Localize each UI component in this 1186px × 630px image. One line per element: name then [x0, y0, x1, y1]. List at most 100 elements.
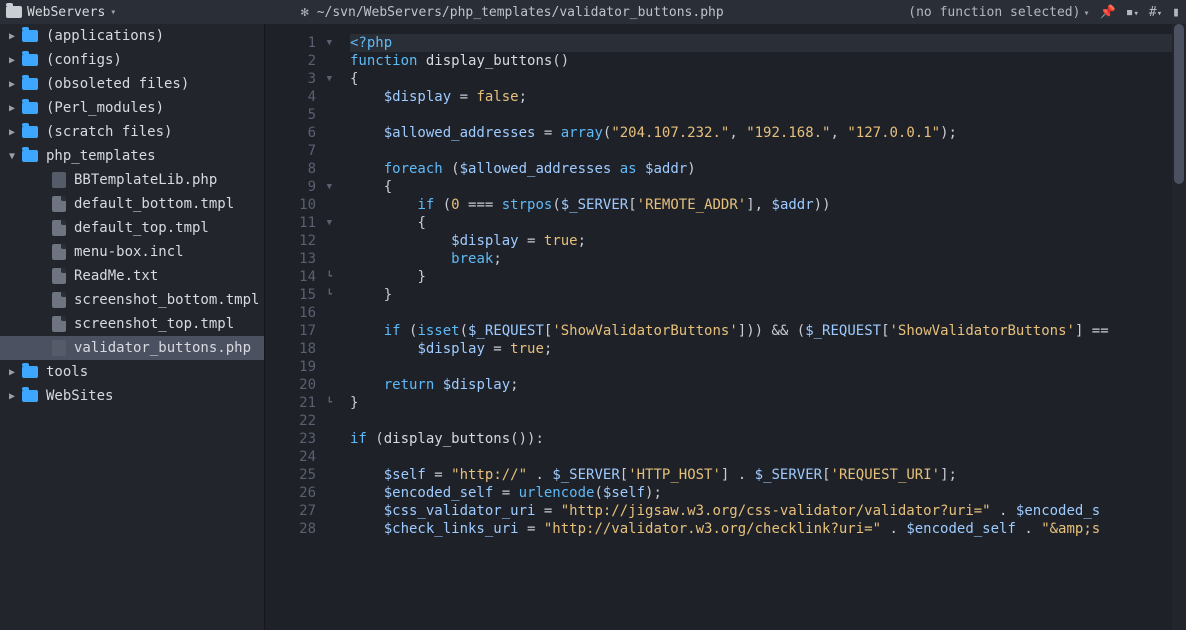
folder-icon [22, 150, 38, 162]
line-number: 17▼ [265, 322, 332, 340]
code-line[interactable] [350, 142, 1172, 160]
code-line[interactable]: $self = "http://" . $_SERVER['HTTP_HOST'… [350, 466, 1172, 484]
file-icon [52, 244, 66, 260]
code-line[interactable] [350, 106, 1172, 124]
line-number: 7▼ [265, 142, 332, 160]
disclosure-triangle-icon[interactable]: ▶ [6, 55, 18, 66]
tree-file[interactable]: ▶screenshot_top.tmpl [0, 312, 264, 336]
code-line[interactable]: $check_links_uri = "http://validator.w3.… [350, 520, 1172, 538]
code-line[interactable] [350, 412, 1172, 430]
tree-file[interactable]: ▶menu-box.incl [0, 240, 264, 264]
fold-toggle-icon[interactable]: ┗ [322, 394, 332, 412]
code-line[interactable]: break; [350, 250, 1172, 268]
gear-icon[interactable]: ✻ [301, 5, 309, 20]
code-line[interactable]: $css_validator_uri = "http://jigsaw.w3.o… [350, 502, 1172, 520]
line-number: 1▼ [265, 34, 332, 52]
code-line[interactable]: foreach ($allowed_addresses as $addr) [350, 160, 1172, 178]
tree-folder[interactable]: ▶(scratch files) [0, 120, 264, 144]
code-line[interactable]: $encoded_self = urlencode($self); [350, 484, 1172, 502]
php-file-icon [52, 340, 66, 356]
fold-toggle-icon[interactable]: ┗ [322, 286, 332, 304]
code-line[interactable]: if (display_buttons()): [350, 430, 1172, 448]
function-selector[interactable]: (no function selected) [908, 5, 1089, 20]
code-line[interactable]: return $display; [350, 376, 1172, 394]
fold-toggle-icon[interactable]: ▼ [322, 178, 332, 196]
scroll-thumb[interactable] [1174, 24, 1184, 184]
tree-file[interactable]: ▶ReadMe.txt [0, 264, 264, 288]
code-line[interactable]: { [350, 70, 1172, 88]
project-name-label: WebServers [27, 5, 105, 20]
code-line[interactable]: $display = true; [350, 340, 1172, 358]
fold-toggle-icon[interactable]: ▼ [322, 34, 332, 52]
code-line[interactable]: $display = true; [350, 232, 1172, 250]
disclosure-triangle-icon[interactable]: ▶ [6, 103, 18, 114]
code-line[interactable] [350, 448, 1172, 466]
disclosure-triangle-icon[interactable]: ▶ [6, 31, 18, 42]
code-line[interactable]: } [350, 268, 1172, 286]
line-number: 19▼ [265, 358, 332, 376]
line-number: 9▼ [265, 178, 332, 196]
line-number: 6▼ [265, 124, 332, 142]
folder-icon [22, 102, 38, 114]
code-line[interactable] [350, 304, 1172, 322]
line-number: 24▼ [265, 448, 332, 466]
line-number: 18▼ [265, 340, 332, 358]
fold-toggle-icon[interactable]: ▼ [322, 70, 332, 88]
disclosure-triangle-icon[interactable]: ▶ [6, 367, 18, 378]
code-line[interactable]: $allowed_addresses = array("204.107.232.… [350, 124, 1172, 142]
gutter: 1▼2▼3▼4▼5▼6▼7▼8▼9▼10▼11▼12▼13▼14┗15┗16▼1… [265, 24, 340, 630]
file-icon [52, 268, 66, 284]
folder-icon [22, 126, 38, 138]
code-area[interactable]: <?phpfunction display_buttons(){ $displa… [340, 24, 1172, 630]
panel-icon[interactable]: ▪▾ [1126, 5, 1139, 20]
code-line[interactable]: } [350, 394, 1172, 412]
disclosure-triangle-icon[interactable]: ▶ [6, 79, 18, 90]
code-line[interactable]: <?php [350, 34, 1172, 52]
disclosure-triangle-icon[interactable]: ▶ [6, 391, 18, 402]
tree-folder[interactable]: ▶ (configs) [0, 48, 264, 72]
top-bar: WebServers ▾ ✻ ~/svn/WebServers/php_temp… [0, 0, 1186, 24]
file-path[interactable]: ~/svn/WebServers/php_templates/validator… [317, 5, 724, 20]
tree-folder[interactable]: ▶(obsoleted files) [0, 72, 264, 96]
vertical-scrollbar[interactable] [1172, 24, 1186, 630]
code-editor[interactable]: 1▼2▼3▼4▼5▼6▼7▼8▼9▼10▼11▼12▼13▼14┗15┗16▼1… [265, 24, 1186, 630]
tree-file[interactable]: ▶screenshot_bottom.tmpl [0, 288, 264, 312]
code-line[interactable]: { [350, 178, 1172, 196]
code-line[interactable]: { [350, 214, 1172, 232]
pin-icon[interactable]: 📌 [1099, 5, 1115, 20]
tree-file[interactable]: ▶default_bottom.tmpl [0, 192, 264, 216]
tree-folder[interactable]: ▶(applications) [0, 24, 264, 48]
tree-item-label: screenshot_top.tmpl [74, 316, 234, 332]
line-number: 2▼ [265, 52, 332, 70]
disclosure-triangle-icon[interactable]: ▶ [6, 127, 18, 138]
code-line[interactable]: $display = false; [350, 88, 1172, 106]
line-number: 26▼ [265, 484, 332, 502]
code-line[interactable] [350, 358, 1172, 376]
tree-folder[interactable]: ▶ WebSites [0, 384, 264, 408]
line-number: 12▼ [265, 232, 332, 250]
code-line[interactable]: function display_buttons() [350, 52, 1172, 70]
tree-folder[interactable]: ▶(Perl_modules) [0, 96, 264, 120]
project-selector[interactable]: WebServers ▾ [6, 5, 116, 20]
tree-item-label: WebSites [46, 388, 113, 404]
file-icon [52, 316, 66, 332]
php-file-icon [52, 172, 66, 188]
tree-file[interactable]: ▶validator_buttons.php [0, 336, 264, 360]
hash-menu[interactable]: #▾ [1149, 5, 1162, 20]
code-line[interactable]: if (0 === strpos($_SERVER['REMOTE_ADDR']… [350, 196, 1172, 214]
document-icon[interactable]: ▮ [1172, 5, 1180, 20]
fold-toggle-icon[interactable]: ┗ [322, 268, 332, 286]
tree-folder[interactable]: ▶tools [0, 360, 264, 384]
fold-toggle-icon[interactable]: ▼ [322, 214, 332, 232]
tree-file[interactable]: ▶default_top.tmpl [0, 216, 264, 240]
code-line[interactable]: if (isset($_REQUEST['ShowValidatorButton… [350, 322, 1172, 340]
tree-item-label: ReadMe.txt [74, 268, 158, 284]
tree-item-label: (configs) [46, 52, 122, 68]
tree-folder[interactable]: ▼ php_templates [0, 144, 264, 168]
file-icon [52, 196, 66, 212]
tree-file[interactable]: ▶BBTemplateLib.php [0, 168, 264, 192]
tree-item-label: php_templates [46, 148, 156, 164]
disclosure-triangle-icon[interactable]: ▼ [6, 151, 18, 162]
line-number: 16▼ [265, 304, 332, 322]
code-line[interactable]: } [350, 286, 1172, 304]
